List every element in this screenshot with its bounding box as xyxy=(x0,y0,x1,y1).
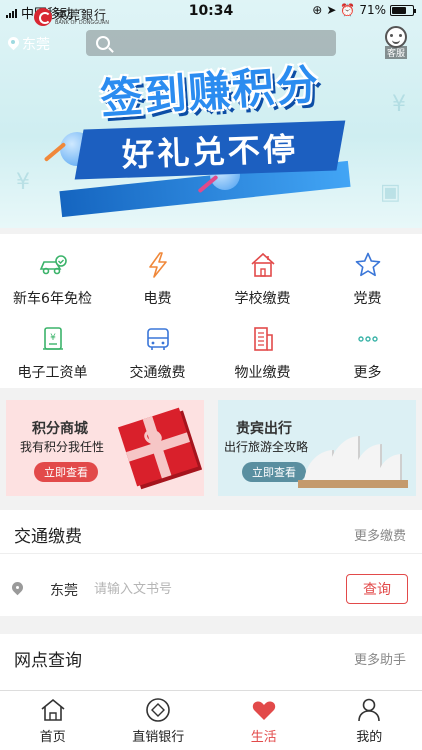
service-label: 物业缴费 xyxy=(234,365,291,381)
promo-points-mall[interactable]: 积分商城 我有积分我任性 立即查看 xyxy=(6,400,204,496)
location-label: 东莞 xyxy=(22,37,50,53)
hero-banner[interactable]: ¥ ¥ ▣ ¥ 签到赚积分 好礼兑不停 中国移动 ◠ 10:34 ⊕ ➤ ⏰ 7… xyxy=(0,0,422,228)
service-school-fee[interactable]: 学校缴费 xyxy=(210,238,315,308)
service-label: 交通缴费 xyxy=(129,365,186,381)
search-icon xyxy=(96,36,110,50)
salary-scroll-icon: ¥ xyxy=(38,324,68,354)
tab-direct-bank[interactable]: 直销银行 xyxy=(106,691,212,750)
promo-vip-travel[interactable]: 贵宾出行 出行旅游全攻略 立即查看 xyxy=(218,400,416,496)
coin-deco-icon: ¥ xyxy=(392,92,406,117)
section-title: 交通缴费 xyxy=(14,527,82,547)
banner-text: 签到赚积分 好礼兑不停 xyxy=(40,58,380,180)
tab-home[interactable]: 首页 xyxy=(0,691,106,750)
location-pin-icon xyxy=(8,37,19,51)
bank-logo-mark-icon xyxy=(34,8,52,26)
school-house-icon xyxy=(248,250,278,280)
promo-view-button[interactable]: 立即查看 xyxy=(242,462,306,482)
promo-view-button[interactable]: 立即查看 xyxy=(34,462,98,482)
traffic-query-row: 东莞 查询 xyxy=(0,554,422,616)
search-bar[interactable] xyxy=(86,30,336,56)
service-grid: 新车6年免检 电费 学校缴费 党费 ¥ 电子工资单 交通缴费 物业缴费 更多 xyxy=(0,234,422,388)
query-button[interactable]: 查询 xyxy=(346,574,408,604)
promo-cards: 积分商城 我有积分我任性 立即查看 贵宾出行 出行旅游全攻略 立即查看 xyxy=(0,392,422,504)
tab-life[interactable]: 生活 xyxy=(211,691,317,750)
location-pin-icon xyxy=(12,582,24,598)
bank-name-en: BANK OF DONGGUAN xyxy=(55,19,109,26)
banner-subheadline: 好礼兑不停 xyxy=(121,130,299,174)
service-label: 电子工资单 xyxy=(17,365,88,381)
banner-subheadline-box: 好礼兑不停 xyxy=(74,120,346,180)
person-icon xyxy=(355,697,383,723)
service-label: 新车6年免检 xyxy=(13,291,92,307)
bank-name-cn: 東莞銀行 xyxy=(55,7,108,22)
tab-label: 生活 xyxy=(250,730,277,745)
battery-icon xyxy=(390,4,416,16)
tab-label: 我的 xyxy=(356,730,383,745)
tab-label: 首页 xyxy=(39,730,66,745)
star-icon xyxy=(353,250,383,280)
location-arrow-icon: ➤ xyxy=(326,3,337,17)
bus-icon xyxy=(143,324,173,354)
alarm-icon: ⏰ xyxy=(340,3,356,17)
service-label: 更多 xyxy=(353,365,382,381)
section-header: 网点查询 更多助手 xyxy=(0,634,422,678)
bank-logo-text: 東莞銀行 BANK OF DONGGUAN xyxy=(55,9,109,26)
heart-icon xyxy=(250,697,278,723)
more-dots-icon xyxy=(353,324,383,354)
section-header: 交通缴费 更多缴费 xyxy=(0,510,422,554)
home-icon xyxy=(39,697,67,723)
customer-service-icon xyxy=(385,26,407,48)
service-electricity[interactable]: 电费 xyxy=(105,238,210,308)
coin-deco-icon: ¥ xyxy=(16,170,30,195)
promo-title: 积分商城 xyxy=(32,421,88,437)
lightning-icon xyxy=(143,250,173,280)
service-e-payslip[interactable]: ¥ 电子工资单 xyxy=(0,312,105,382)
service-label: 学校缴费 xyxy=(234,291,291,307)
opera-house-icon xyxy=(298,428,408,488)
more-payments-link[interactable]: 更多缴费 xyxy=(354,525,406,544)
tab-mine[interactable]: 我的 xyxy=(317,691,422,750)
location-selector[interactable]: 东莞 xyxy=(8,34,50,54)
service-more[interactable]: 更多 xyxy=(315,312,420,382)
direct-bank-icon xyxy=(144,697,172,723)
promo-subtitle: 出行旅游全攻略 xyxy=(224,440,309,454)
car-check-icon xyxy=(38,250,68,280)
branch-query-section: 网点查询 更多助手 xyxy=(0,634,422,694)
traffic-payment-section: 交通缴费 更多缴费 东莞 查询 xyxy=(0,510,422,616)
gift-box-icon xyxy=(117,407,199,487)
service-property-fee[interactable]: 物业缴费 xyxy=(210,312,315,382)
service-label: 党费 xyxy=(353,291,382,307)
promo-subtitle: 我有积分我任性 xyxy=(20,440,105,454)
more-helpers-link[interactable]: 更多助手 xyxy=(354,649,406,668)
section-title: 网点查询 xyxy=(14,651,82,671)
customer-service-button[interactable]: 客服 xyxy=(384,26,408,59)
tab-label: 直销银行 xyxy=(132,730,185,745)
orientation-lock-icon: ⊕ xyxy=(312,3,323,17)
service-label: 电费 xyxy=(143,291,172,307)
battery-percent: 71% xyxy=(359,3,386,17)
building-icon xyxy=(248,324,278,354)
tab-bar: 首页 直销银行 生活 我的 xyxy=(0,690,422,750)
service-new-car-check[interactable]: 新车6年免检 xyxy=(0,238,105,308)
status-right: ⊕ ➤ ⏰ 71% xyxy=(312,3,416,17)
bank-logo: 東莞銀行 BANK OF DONGGUAN xyxy=(34,8,109,26)
service-traffic-fee[interactable]: 交通缴费 xyxy=(105,312,210,382)
banner-headline: 签到赚积分 xyxy=(98,59,322,124)
service-party-fee[interactable]: 党费 xyxy=(315,238,420,308)
document-number-input[interactable] xyxy=(94,578,324,600)
gift-deco-icon: ▣ xyxy=(380,180,401,205)
svg-text:¥: ¥ xyxy=(50,333,56,343)
city-selector[interactable]: 东莞 xyxy=(50,580,78,600)
promo-title: 贵宾出行 xyxy=(236,421,292,437)
